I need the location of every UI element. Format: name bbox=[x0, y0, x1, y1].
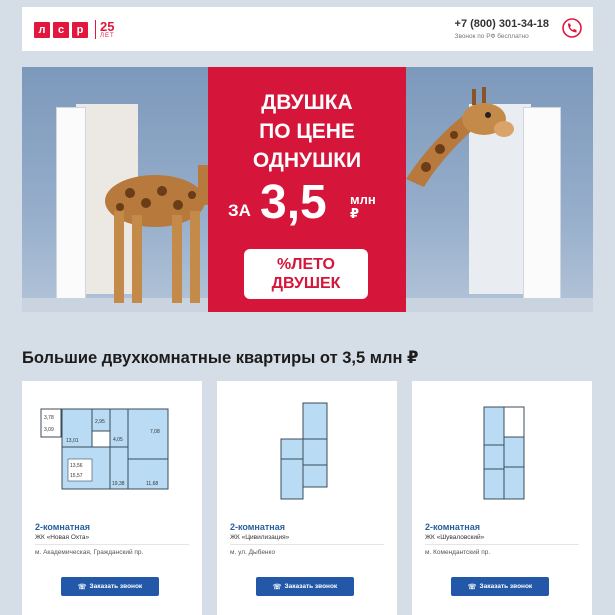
promo-banner[interactable]: ДВУШКА ПО ЦЕНЕ ОДНУШКИ ЗА 3,5 млн ₽ %ЛЕТ… bbox=[22, 67, 593, 312]
order-call-label: Заказать звонок bbox=[284, 583, 338, 590]
banner-price: ЗА 3,5 млн ₽ bbox=[208, 175, 406, 237]
price-unit-million: млн bbox=[350, 192, 376, 207]
plan-area-label: 19,38 bbox=[112, 481, 125, 487]
plan-area-label: 13,01 bbox=[66, 438, 79, 444]
plan-area-label: 3,09 bbox=[44, 427, 54, 433]
promo-line-1: %ЛЕТО bbox=[277, 256, 335, 273]
phone-icon: ☏ bbox=[272, 583, 282, 591]
banner-title-line: ДВУШКА bbox=[261, 91, 353, 114]
logo-years-unit: ЛЕТ bbox=[100, 33, 115, 39]
card-complex: ЖК «Новая Охта» bbox=[35, 534, 90, 541]
banner-title-line: ПО ЦЕНЕ bbox=[259, 120, 355, 143]
card-room-type[interactable]: 2-комнатная bbox=[425, 522, 480, 532]
plan-area-label: 3,78 bbox=[44, 415, 54, 421]
banner-title-line: ОДНУШКИ bbox=[252, 149, 362, 172]
phone-note: Звонок по РФ бесплатно bbox=[454, 33, 529, 40]
plan-area-label: 2,95 bbox=[95, 419, 105, 425]
callback-phone-icon[interactable] bbox=[561, 17, 583, 39]
logo-letter: с bbox=[53, 21, 69, 38]
giraffe-head-illustration bbox=[406, 87, 514, 187]
logo-years: 25 bbox=[100, 19, 115, 34]
order-call-label: Заказать звонок bbox=[89, 583, 143, 590]
apartment-card[interactable]: 3,78 3,09 13,01 7,08 2,95 4,05 13,56 15,… bbox=[22, 381, 202, 615]
card-address: м. Комендантский пр. bbox=[425, 549, 491, 556]
order-call-label: Заказать звонок bbox=[479, 583, 533, 590]
apartment-card[interactable]: 2-комнатная ЖК «Шуваловский» м. Комендан… bbox=[412, 381, 592, 615]
phone-number[interactable]: +7 (800) 301-34-18 bbox=[455, 18, 549, 30]
phone-icon: ☏ bbox=[77, 583, 87, 591]
card-complex: ЖК «Цивилизация» bbox=[230, 534, 290, 541]
plan-area-label: 7,08 bbox=[150, 429, 160, 435]
plan-area-label: 4,05 bbox=[113, 437, 123, 443]
card-room-type[interactable]: 2-комнатная bbox=[230, 522, 285, 532]
order-call-button[interactable]: ☏ Заказать звонок bbox=[451, 577, 549, 596]
order-call-button[interactable]: ☏ Заказать звонок bbox=[256, 577, 354, 596]
floor-plan[interactable]: 3,78 3,09 13,01 7,08 2,95 4,05 13,56 15,… bbox=[22, 381, 202, 511]
price-unit-currency: ₽ bbox=[350, 206, 360, 222]
lsr-logo[interactable]: л с р 25 ЛЕТ bbox=[34, 20, 115, 39]
plan-area-label: 15,57 bbox=[70, 473, 83, 479]
promo-badge: %ЛЕТО ДВУШЕК bbox=[244, 249, 368, 299]
site-header: л с р 25 ЛЕТ +7 (800) 301-34-18 Звонок п… bbox=[22, 7, 593, 51]
giraffe-body-illustration bbox=[105, 165, 210, 303]
phone-icon: ☏ bbox=[467, 583, 477, 591]
logo-letter: р bbox=[72, 21, 88, 38]
promo-line-2: ДВУШЕК bbox=[271, 275, 341, 292]
order-call-button[interactable]: ☏ Заказать звонок bbox=[61, 577, 159, 596]
card-address: м. ул. Дыбенко bbox=[230, 549, 276, 556]
door-left bbox=[56, 107, 86, 303]
plan-area-label: 13,56 bbox=[70, 463, 83, 469]
door-right bbox=[523, 107, 561, 303]
card-address: м. Академическая, Гражданский пр. bbox=[35, 549, 144, 556]
floor-plan[interactable] bbox=[412, 381, 592, 511]
logo-letter: л bbox=[34, 21, 50, 38]
phone-block: +7 (800) 301-34-18 Звонок по РФ бесплатн… bbox=[455, 18, 549, 40]
price-prefix: ЗА bbox=[228, 201, 251, 220]
logo-anniversary: 25 ЛЕТ bbox=[95, 20, 115, 39]
card-room-type[interactable]: 2-комнатная bbox=[35, 522, 90, 532]
card-divider bbox=[425, 544, 579, 545]
apartment-card[interactable]: 2-комнатная ЖК «Цивилизация» м. ул. Дыбе… bbox=[217, 381, 397, 615]
card-divider bbox=[35, 544, 189, 545]
card-divider bbox=[230, 544, 384, 545]
card-complex: ЖК «Шуваловский» bbox=[425, 534, 485, 541]
plan-area-label: 11,68 bbox=[146, 481, 158, 487]
section-title: Большие двухкомнатные квартиры от 3,5 мл… bbox=[22, 349, 419, 367]
floor-plan[interactable] bbox=[217, 381, 397, 511]
price-value: 3,5 bbox=[260, 176, 327, 229]
price-unit: млн ₽ bbox=[350, 192, 376, 222]
